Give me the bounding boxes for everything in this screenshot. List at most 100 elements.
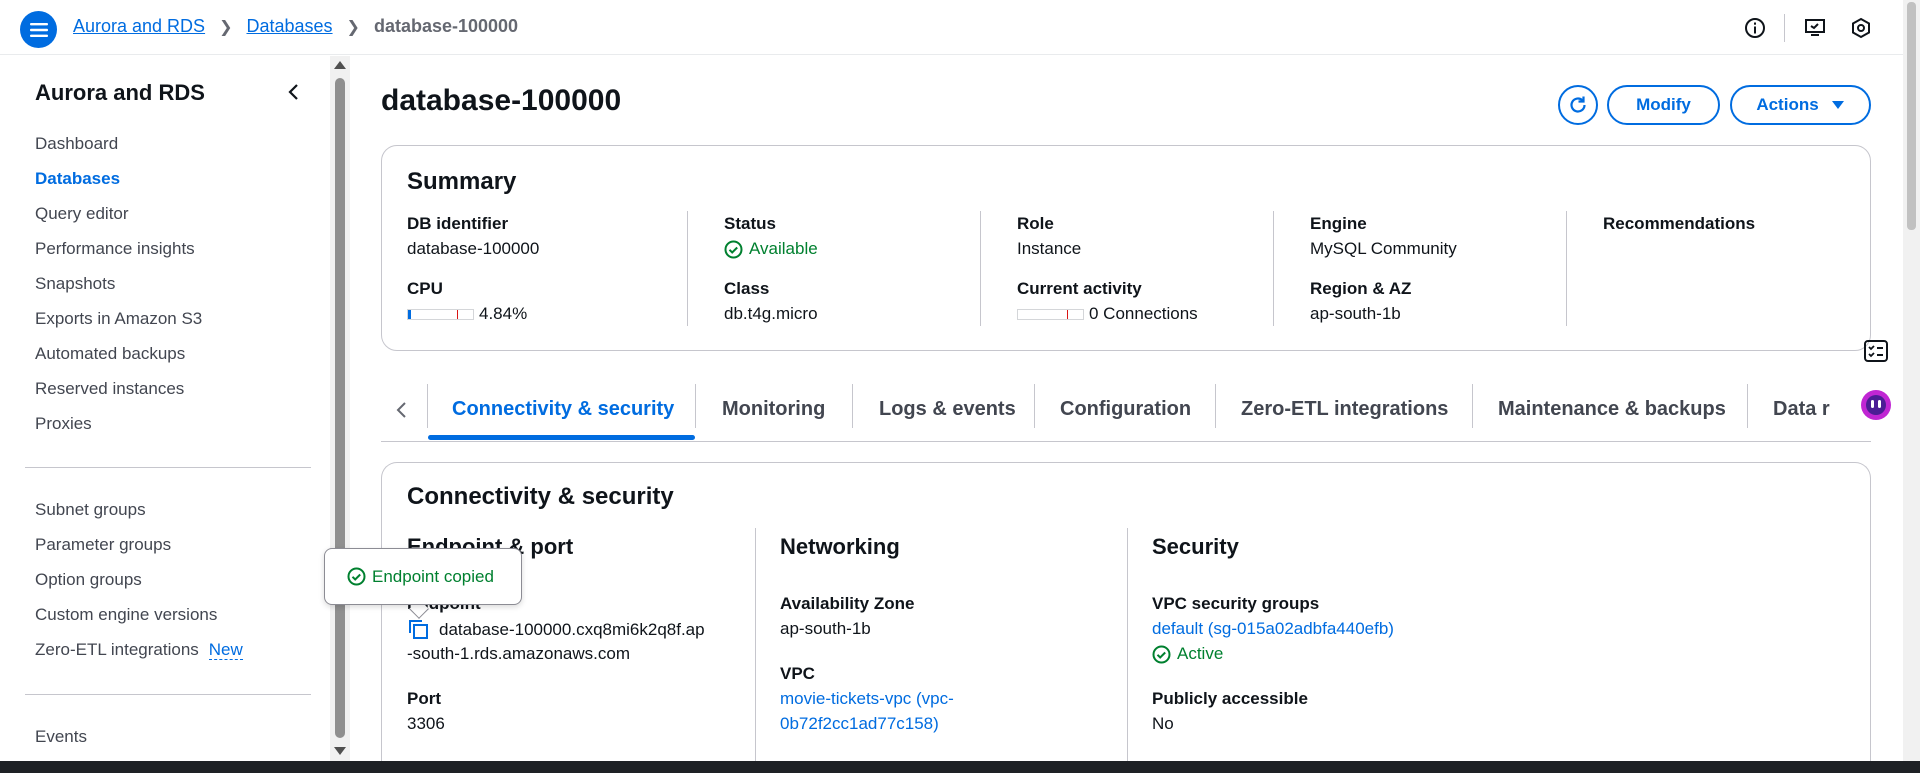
tab-connectivity-security[interactable]: Connectivity & security — [452, 378, 674, 441]
sidebar-item-option-groups[interactable]: Option groups — [35, 570, 142, 590]
sidebar-item-exports-s3[interactable]: Exports in Amazon S3 — [35, 309, 202, 329]
scrollbar-thumb[interactable] — [1907, 2, 1916, 230]
breadcrumb-current: database-100000 — [373, 16, 519, 36]
check-circle-icon — [347, 567, 366, 586]
availability-zone-value: ap-south-1b — [780, 619, 871, 638]
active-tab-indicator — [428, 435, 695, 440]
vpc-link-line2[interactable]: 0b72f2cc1ad77c158) — [780, 714, 939, 734]
security-group-status-text: Active — [1177, 644, 1224, 663]
class-value: db.t4g.micro — [724, 304, 818, 323]
availability-zone-label: Availability Zone — [780, 594, 915, 613]
sidebar-item-snapshots[interactable]: Snapshots — [35, 274, 115, 294]
tab-logs-events[interactable]: Logs & events — [879, 378, 1016, 441]
assistant-icon[interactable] — [1858, 387, 1894, 423]
endpoint-value-line2: -south-1.rds.amazonaws.com — [407, 644, 630, 663]
sidebar-item-query-editor[interactable]: Query editor — [35, 204, 129, 224]
engine-value: MySQL Community — [1310, 239, 1457, 258]
engine-label: Engine — [1310, 214, 1367, 233]
role-value: Instance — [1017, 239, 1082, 258]
tab-separator — [1034, 384, 1035, 428]
column-divider — [980, 211, 981, 326]
sidebar-item-dashboard[interactable]: Dashboard — [35, 134, 118, 154]
region-az-value: ap-south-1b — [1310, 304, 1401, 323]
caret-down-icon — [1831, 101, 1844, 109]
security-group-status: Active — [1152, 644, 1223, 664]
summary-card: Summary DB identifier database-100000 CP… — [381, 145, 1871, 351]
networking-heading: Networking — [780, 534, 900, 559]
collapse-sidebar-icon[interactable] — [284, 82, 304, 102]
region-az-label: Region & AZ — [1310, 279, 1412, 298]
sidebar-item-subnet-groups[interactable]: Subnet groups — [35, 500, 146, 520]
security-group-link[interactable]: default (sg-015a02adbfa440efb) — [1152, 619, 1394, 639]
status-label: Status — [724, 214, 776, 233]
recommendations-label: Recommendations — [1603, 214, 1756, 233]
current-activity-value: 0 Connections — [1089, 304, 1198, 323]
copy-icon[interactable] — [407, 619, 431, 641]
tab-separator — [695, 384, 696, 428]
sidebar-item-custom-engine-versions[interactable]: Custom engine versions — [35, 605, 217, 625]
modify-button[interactable]: Modify — [1607, 85, 1720, 125]
tab-monitoring[interactable]: Monitoring — [722, 378, 825, 441]
sidebar-item-databases[interactable]: Databases — [35, 169, 120, 189]
actions-button[interactable]: Actions — [1730, 85, 1871, 125]
sidebar-divider — [25, 467, 311, 468]
column-divider — [687, 211, 688, 326]
divider — [1784, 14, 1785, 42]
window-bottom-edge — [0, 761, 1920, 773]
chevron-right-icon: ❯ — [219, 18, 233, 36]
chevron-right-icon: ❯ — [346, 18, 360, 36]
refresh-button[interactable] — [1558, 85, 1598, 125]
sidebar-item-proxies[interactable]: Proxies — [35, 414, 92, 434]
checklist-icon[interactable] — [1858, 333, 1894, 369]
column-divider — [1273, 211, 1274, 326]
current-activity-label: Current activity — [1017, 279, 1142, 298]
tab-zero-etl-integrations[interactable]: Zero-ETL integrations — [1241, 378, 1448, 441]
sidebar-item-automated-backups[interactable]: Automated backups — [35, 344, 185, 364]
breadcrumb-databases[interactable]: Databases — [246, 16, 332, 37]
sidebar-scrollbar[interactable] — [330, 56, 350, 761]
tab-separator — [427, 384, 428, 428]
connectivity-title: Connectivity & security — [407, 483, 674, 510]
tooltip-text: Endpoint copied — [372, 566, 494, 586]
tabs-scroll-left-icon[interactable] — [395, 378, 409, 441]
endpoint-text: database-100000.cxq8mi6k2q8f.ap — [439, 620, 705, 639]
sidebar-item-parameter-groups[interactable]: Parameter groups — [35, 535, 171, 555]
page-scrollbar[interactable] — [1903, 0, 1920, 761]
sidebar-title: Aurora and RDS — [35, 80, 205, 105]
publicly-accessible-label: Publicly accessible — [1152, 689, 1308, 708]
new-badge[interactable]: New — [208, 640, 243, 660]
menu-icon[interactable] — [20, 11, 57, 48]
sidebar-item-zero-etl[interactable]: Zero-ETL integrations New — [35, 640, 243, 660]
sidebar-item-performance-insights[interactable]: Performance insights — [35, 239, 195, 259]
vpc-link-line1[interactable]: movie-tickets-vpc (vpc- — [780, 689, 954, 709]
breadcrumb-aurora-rds[interactable]: Aurora and RDS — [73, 16, 205, 37]
security-heading: Security — [1152, 534, 1239, 559]
tab-configuration[interactable]: Configuration — [1060, 378, 1191, 441]
activity-progress-bar — [1017, 308, 1084, 320]
cpu-threshold-mark — [457, 309, 458, 319]
sidebar-item-events[interactable]: Events — [35, 727, 87, 747]
sidebar-item-reserved-instances[interactable]: Reserved instances — [35, 379, 184, 399]
column-divider — [755, 528, 756, 773]
cpu-value: 4.84% — [479, 304, 528, 323]
cpu-label: CPU — [407, 279, 443, 298]
screen-feedback-icon[interactable] — [1803, 16, 1827, 40]
endpoint-copied-tooltip: Endpoint copied — [324, 548, 522, 605]
page-title: database-100000 — [381, 84, 622, 117]
check-circle-icon — [1152, 645, 1171, 663]
tab-maintenance-backups[interactable]: Maintenance & backups — [1498, 378, 1726, 441]
summary-title: Summary — [407, 168, 517, 195]
scroll-down-icon[interactable] — [334, 747, 346, 755]
info-icon[interactable] — [1743, 16, 1767, 40]
settings-hexagon-icon[interactable] — [1849, 16, 1873, 40]
sidebar-item-label: Zero-ETL integrations — [35, 640, 199, 659]
scroll-up-icon[interactable] — [334, 61, 346, 69]
tab-separator — [1472, 384, 1473, 428]
scrollbar-thumb[interactable] — [335, 78, 345, 738]
tab-separator — [852, 384, 853, 428]
sidebar-divider — [25, 694, 311, 695]
tab-separator — [1747, 384, 1748, 428]
cpu-progress-bar — [407, 308, 474, 320]
tab-data[interactable]: Data r — [1773, 378, 1853, 441]
activity-threshold-mark — [1067, 309, 1068, 319]
